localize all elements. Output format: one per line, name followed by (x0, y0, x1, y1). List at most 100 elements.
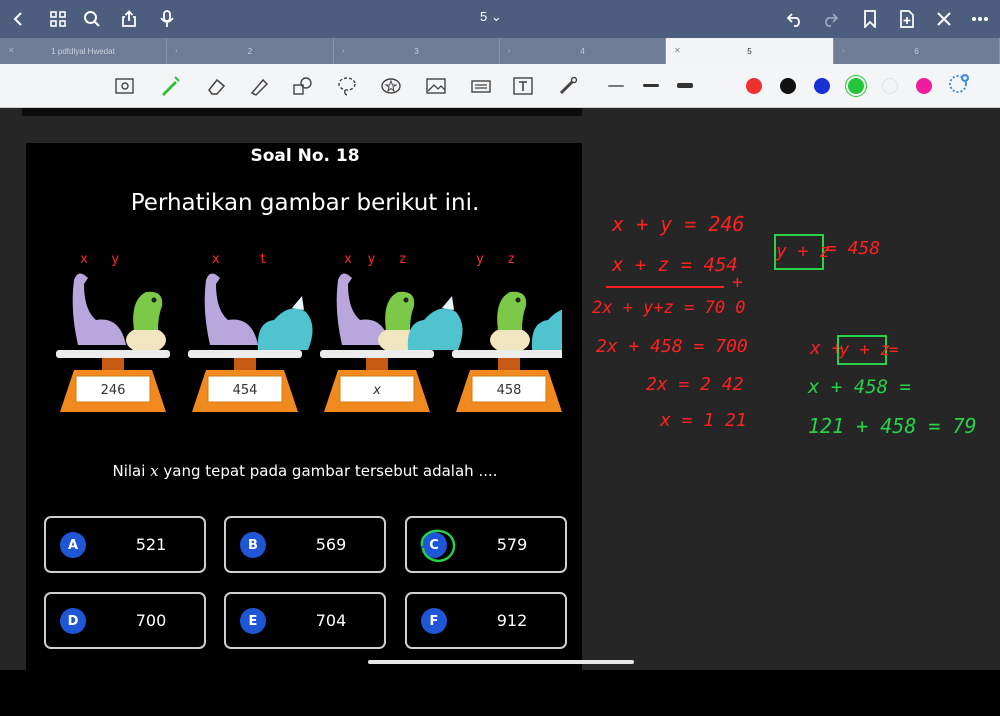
color-swatch-blue[interactable] (814, 78, 830, 94)
handwritten-line: x + y = 246 (612, 212, 745, 236)
question-instruction: Perhatikan gambar berikut ini. (130, 190, 480, 216)
color-swatch-black[interactable] (780, 78, 796, 94)
tab-close-icon[interactable]: ✕ (674, 46, 681, 55)
scale-stem (234, 358, 256, 370)
home-indicator[interactable] (368, 660, 634, 664)
lasso-icon[interactable] (334, 74, 360, 98)
stroke-medium[interactable] (643, 84, 659, 87)
option-value: 700 (135, 611, 167, 630)
question-pre: Nilai (112, 462, 151, 480)
green-dinosaur (385, 291, 415, 330)
tab-2[interactable]: › 2 (167, 38, 334, 64)
dinosaur-eye (403, 297, 409, 303)
option-letter-badge: B (240, 532, 266, 558)
tab-5[interactable]: ✕ 5 (666, 38, 834, 64)
handwritten-line: x + z = 454 (612, 254, 738, 276)
tab-close-icon[interactable]: › (175, 46, 178, 55)
answer-circle-mark (420, 529, 456, 562)
triceratops-horn (442, 296, 454, 310)
text-icon[interactable] (510, 74, 536, 98)
scale-value: x (372, 383, 381, 398)
scale-value: 458 (497, 383, 522, 398)
option-f-button[interactable]: F 912 (405, 592, 567, 649)
tab-close-icon[interactable]: › (342, 46, 345, 55)
bottom-black-strip (0, 670, 1000, 716)
image-icon[interactable] (423, 74, 449, 98)
add-page-icon[interactable] (895, 7, 919, 31)
egg-shell (490, 327, 530, 353)
option-letter-badge: F (421, 608, 447, 634)
color-swatch-pink[interactable] (916, 78, 932, 94)
handwritten-boxed: y + z (774, 234, 830, 270)
scale-plate (188, 350, 302, 358)
handwritten-line: x = 1 21 (660, 410, 747, 431)
color-swatch-red[interactable] (746, 78, 762, 94)
tab-close-icon[interactable]: › (842, 46, 845, 55)
lasso-select-icon[interactable] (112, 74, 138, 98)
sum-underline (606, 286, 724, 288)
shapes-icon[interactable] (290, 74, 316, 98)
option-b-button[interactable]: B 569 (224, 516, 386, 573)
camera-icon[interactable] (468, 74, 494, 98)
grid-icon[interactable] (46, 7, 70, 31)
triceratops-dinosaur (531, 309, 562, 350)
handwritten-line: 2x + y+z = 70 0 (592, 298, 746, 318)
option-value: 704 (315, 611, 347, 630)
color-picker-icon[interactable] (946, 72, 972, 96)
bookmark-icon[interactable] (858, 7, 882, 31)
page-indicator[interactable]: 5 ⌄ (480, 9, 502, 25)
handwritten-line: 2x = 2 42 (646, 374, 744, 395)
color-swatch-white[interactable] (882, 78, 898, 94)
laser-pointer-icon[interactable] (555, 74, 581, 98)
back-icon[interactable] (6, 7, 30, 31)
option-e-button[interactable]: E 704 (224, 592, 386, 649)
green-dinosaur (133, 291, 163, 330)
option-letter-badge: D (60, 608, 86, 634)
scale-dinosaur-labels: x t (212, 252, 267, 267)
tab-1[interactable]: ✕ 1 pdfdlyal Hwedat (0, 38, 167, 64)
scale-value: 246 (101, 383, 126, 398)
search-icon[interactable] (80, 7, 104, 31)
option-letter-badge: E (240, 608, 266, 634)
dinosaur-eye (515, 297, 521, 303)
close-icon[interactable] (932, 7, 956, 31)
sticker-icon[interactable] (378, 74, 404, 98)
undo-icon[interactable] (783, 7, 807, 31)
share-icon[interactable] (117, 7, 141, 31)
more-icon[interactable] (968, 7, 992, 31)
tab-close-icon[interactable]: ✕ (8, 46, 15, 55)
tab-3[interactable]: › 3 (334, 38, 500, 64)
tab-label: 4 (580, 46, 585, 56)
eraser-icon[interactable] (203, 74, 229, 98)
color-swatch-green[interactable] (848, 78, 864, 94)
pen-icon[interactable] (157, 74, 183, 98)
triceratops-dinosaur (407, 308, 463, 350)
triceratops-dinosaur (257, 308, 313, 350)
question-variable: x (150, 462, 159, 480)
handwritten-line: x + 458 = (808, 376, 911, 398)
option-value: 579 (496, 535, 528, 554)
option-a-button[interactable]: A 521 (44, 516, 206, 573)
handwritten-boxed: y + z (837, 335, 890, 365)
tab-close-icon[interactable]: › (508, 46, 511, 55)
document-tab-bar: ✕ 1 pdfdlyal Hwedat › 2 › 3 › 4 ✕ 5 › 6 (0, 38, 1000, 64)
stroke-thin[interactable] (608, 85, 624, 87)
handwritten-line: 2x + 458 = 700 (596, 336, 748, 357)
mic-icon[interactable] (155, 7, 179, 31)
scale-value: 454 (233, 383, 258, 398)
scale-stem (102, 358, 124, 370)
handwritten-line: = 458 (826, 238, 881, 259)
stroke-thick[interactable] (677, 83, 693, 88)
tab-label: 5 (747, 46, 752, 56)
tab-4[interactable]: › 4 (500, 38, 666, 64)
question-text: Nilai x yang tepat pada gambar tersebut … (0, 462, 610, 480)
option-d-button[interactable]: D 700 (44, 592, 206, 649)
highlighter-icon[interactable] (246, 74, 272, 98)
egg-shell (126, 327, 166, 353)
handwritten-line: = (889, 340, 899, 359)
tab-6[interactable]: › 6 (834, 38, 1000, 64)
long-neck-dinosaur (204, 273, 258, 345)
scale-stem (498, 358, 520, 370)
scale-plate (452, 350, 562, 358)
redo-icon[interactable] (818, 7, 842, 31)
